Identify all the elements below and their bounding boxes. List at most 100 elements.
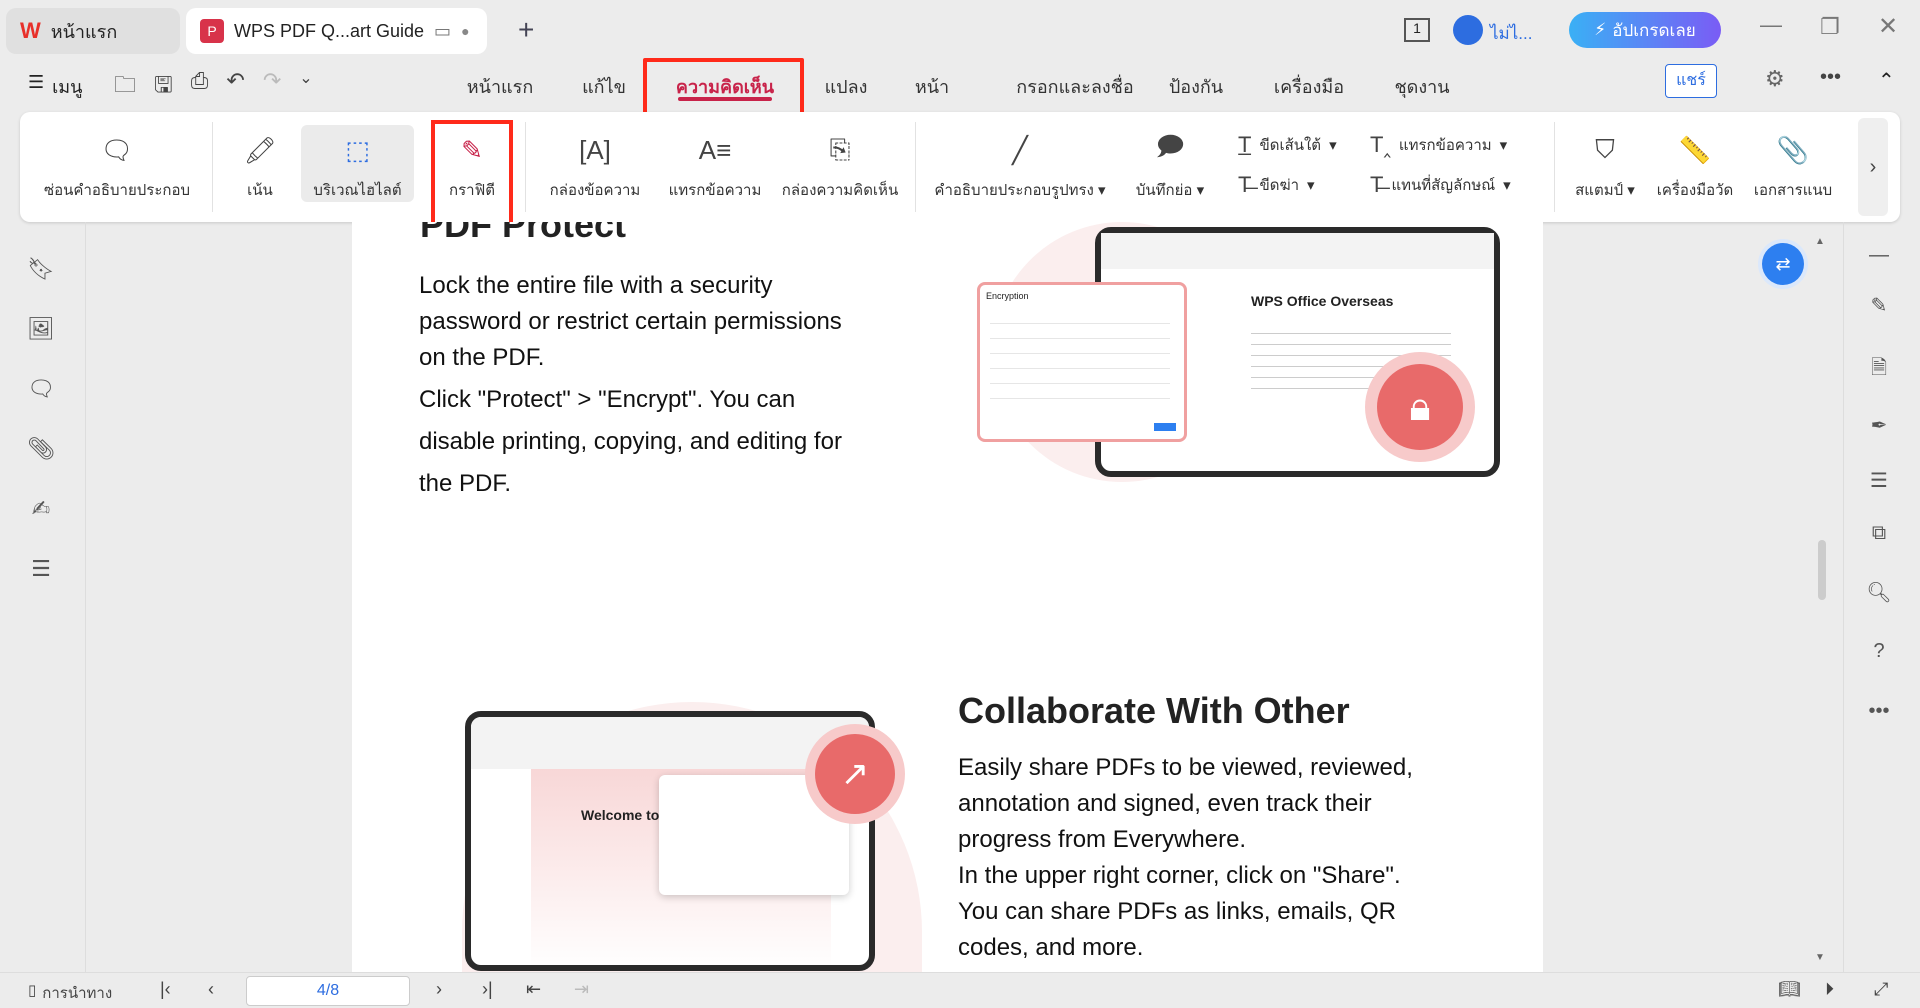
insert-text-button[interactable]: A≡ แทรกข้อความ: [660, 130, 770, 202]
shape-annotation-button[interactable]: ╱ คำอธิบายประกอบรูปทรง ▾: [930, 130, 1110, 202]
more-options-icon[interactable]: •••: [1864, 700, 1894, 730]
pen-tool-icon[interactable]: ✒: [1864, 413, 1894, 443]
edit-icon[interactable]: ✎: [1864, 293, 1894, 323]
text-line: disable printing, copying, and editing f…: [419, 428, 842, 455]
first-page-icon[interactable]: |‹: [160, 979, 171, 1000]
avatar[interactable]: [1453, 15, 1483, 45]
text-line: You can share PDFs as links, emails, QR: [958, 898, 1396, 925]
outline-icon[interactable]: ☰: [1864, 468, 1894, 498]
hide-annotations-button[interactable]: 🗨 ซ่อนคำอธิบายประกอบ: [42, 130, 192, 202]
restore-button[interactable]: ❐: [1820, 14, 1840, 40]
area-highlight-button[interactable]: ⬚ บริเวณไฮไลต์: [301, 125, 414, 202]
minus-icon[interactable]: —: [1864, 244, 1894, 274]
scroll-up-icon[interactable]: ▲: [1815, 236, 1825, 247]
replace-icon: T̶: [1370, 172, 1384, 197]
tab-home[interactable]: W หน้าแรก: [6, 8, 180, 54]
encryption-illustration: WPS Office Overseas Encryption 🔒︎: [972, 222, 1500, 502]
forward-icon[interactable]: ⇥: [574, 979, 589, 1000]
tab-document[interactable]: P WPS PDF Q...art Guide ▭ ●: [186, 8, 487, 54]
strikethrough-button[interactable]: T̶ ขีดฆ่า ▾: [1238, 172, 1315, 198]
menu-tab-home[interactable]: หน้าแรก: [467, 72, 533, 101]
page-count-badge[interactable]: 1: [1404, 18, 1430, 42]
undo-icon[interactable]: ↶: [226, 68, 244, 106]
search-icon[interactable]: 🔍︎: [1864, 580, 1894, 610]
text-line: codes, and more.: [958, 934, 1144, 961]
ribbon-scroll-right[interactable]: ›: [1858, 118, 1888, 216]
print-icon[interactable]: ⎙: [191, 68, 209, 106]
minimize-button[interactable]: —: [1760, 12, 1782, 38]
attachment-button[interactable]: 📎 เอกสารแนบ: [1748, 130, 1838, 202]
area-highlight-icon: ⬚: [345, 134, 370, 165]
more-icon[interactable]: •••: [1820, 66, 1841, 89]
collapse-ribbon-icon[interactable]: ⌃: [1878, 68, 1895, 93]
panel-icon: ▯: [28, 982, 37, 999]
stamp-button[interactable]: ⛉ สแตมป์ ▾: [1570, 130, 1640, 202]
strikethrough-icon: T̶: [1238, 172, 1252, 197]
user-name[interactable]: ไม่ไ...: [1490, 20, 1532, 47]
measure-button[interactable]: 📏 เครื่องมือวัด: [1650, 130, 1740, 202]
divider: [525, 122, 526, 212]
monitor-icon[interactable]: ▭: [434, 21, 451, 42]
back-icon[interactable]: ⇤: [526, 979, 541, 1000]
navigation-toggle[interactable]: ▯ การนำทาง: [28, 981, 112, 1005]
document-icon[interactable]: 🗎: [1864, 353, 1894, 383]
bookmark-icon[interactable]: 🔖︎: [26, 256, 56, 286]
note-button[interactable]: 🗩 บันทึกย่อ ▾: [1130, 130, 1210, 202]
attachment-icon[interactable]: 📎︎: [26, 436, 56, 466]
underline-button[interactable]: T̲ ขีดเส้นใต้ ▾: [1238, 132, 1337, 158]
menu-tab-protect[interactable]: ป้องกัน: [1169, 72, 1223, 101]
scrollbar-thumb[interactable]: [1818, 540, 1826, 600]
pen-scribble-icon: ✎: [461, 134, 483, 165]
comment-icon[interactable]: 🗨: [26, 376, 56, 406]
highlight-button[interactable]: 🖍 เน้น: [230, 130, 290, 202]
status-bar: ▯ การนำทาง |‹ ‹ 4/8 › ›| ⇤ ⇥ 📖︎ ⏵ ⤢: [0, 972, 1920, 1008]
menu-tab-convert[interactable]: แปลง: [825, 72, 868, 101]
open-folder-icon[interactable]: 🗀: [114, 68, 136, 106]
comment-box-button[interactable]: ⎘ กล่องความคิดเห็น: [775, 130, 905, 202]
help-icon[interactable]: ?: [1864, 640, 1894, 670]
prev-page-icon[interactable]: ‹: [208, 979, 214, 1000]
chevron-down-icon[interactable]: ⌄: [299, 68, 312, 106]
fullscreen-icon[interactable]: ⤢: [1874, 979, 1888, 1000]
textbox-button[interactable]: [A] กล่องข้อความ: [540, 130, 650, 202]
insert-text-mark-button[interactable]: T‸ แทรกข้อความ ▾: [1370, 132, 1507, 158]
menu-tab-batch[interactable]: ชุดงาน: [1394, 72, 1449, 101]
menu-button[interactable]: ☰ เมนู: [28, 72, 82, 101]
stamp-icon: ⛉: [1595, 134, 1615, 164]
last-page-icon[interactable]: ›|: [482, 979, 493, 1000]
nav-label: การนำทาง: [42, 985, 113, 1002]
share-button[interactable]: แชร์: [1665, 64, 1717, 98]
read-mode-icon[interactable]: 📖︎: [1778, 979, 1801, 1000]
save-icon[interactable]: 🖫: [154, 68, 173, 106]
gear-icon[interactable]: ⚙: [1765, 66, 1785, 92]
illustration-dialog-title: Encryption: [986, 291, 1029, 301]
ribbon: 🗨 ซ่อนคำอธิบายประกอบ 🖍 เน้น ⬚ บริเวณไฮไลต์ …: [20, 112, 1900, 222]
signature-icon[interactable]: ✍: [26, 496, 56, 526]
highlighter-icon: 🖍: [243, 134, 277, 165]
lock-icon: 🔒︎: [1377, 364, 1463, 450]
graffiti-button[interactable]: ✎ กราฟิตี: [434, 130, 510, 202]
close-button[interactable]: ✕: [1878, 12, 1898, 41]
menu-tab-edit[interactable]: แก้ไข: [582, 72, 626, 101]
thumbnail-icon[interactable]: 🖼︎: [26, 316, 56, 346]
translate-float-button[interactable]: ⇄: [1762, 243, 1804, 285]
redo-icon[interactable]: ↷: [263, 68, 281, 106]
menu-tab-page[interactable]: หน้า: [915, 72, 949, 101]
next-page-icon[interactable]: ›: [436, 979, 442, 1000]
active-tab-underline: [678, 97, 772, 101]
paperclip-icon: 📎: [1776, 134, 1810, 165]
new-tab-button[interactable]: +: [518, 14, 534, 46]
layers-icon[interactable]: ☰: [26, 556, 56, 586]
play-icon[interactable]: ⏵: [1825, 979, 1834, 1000]
translate-icon[interactable]: ⧉: [1864, 522, 1894, 552]
label-text: สแตมป์: [1575, 182, 1624, 199]
label: กล่องความคิดเห็น: [781, 182, 899, 199]
text-line: In the upper right corner, click on "Sha…: [958, 862, 1401, 889]
page-number-input[interactable]: 4/8: [246, 976, 410, 1006]
scroll-down-icon[interactable]: ▼: [1815, 952, 1825, 963]
label-text: คำอธิบายประกอบรูปทรง: [934, 182, 1094, 199]
menu-tab-fill-sign[interactable]: กรอกและลงชื่อ: [1016, 72, 1133, 101]
replace-symbol-button[interactable]: T̶ แทนที่สัญลักษณ์ ▾: [1370, 172, 1511, 198]
menu-tab-tools[interactable]: เครื่องมือ: [1274, 72, 1344, 101]
upgrade-button[interactable]: ⚡ อัปเกรดเลย: [1569, 12, 1721, 48]
